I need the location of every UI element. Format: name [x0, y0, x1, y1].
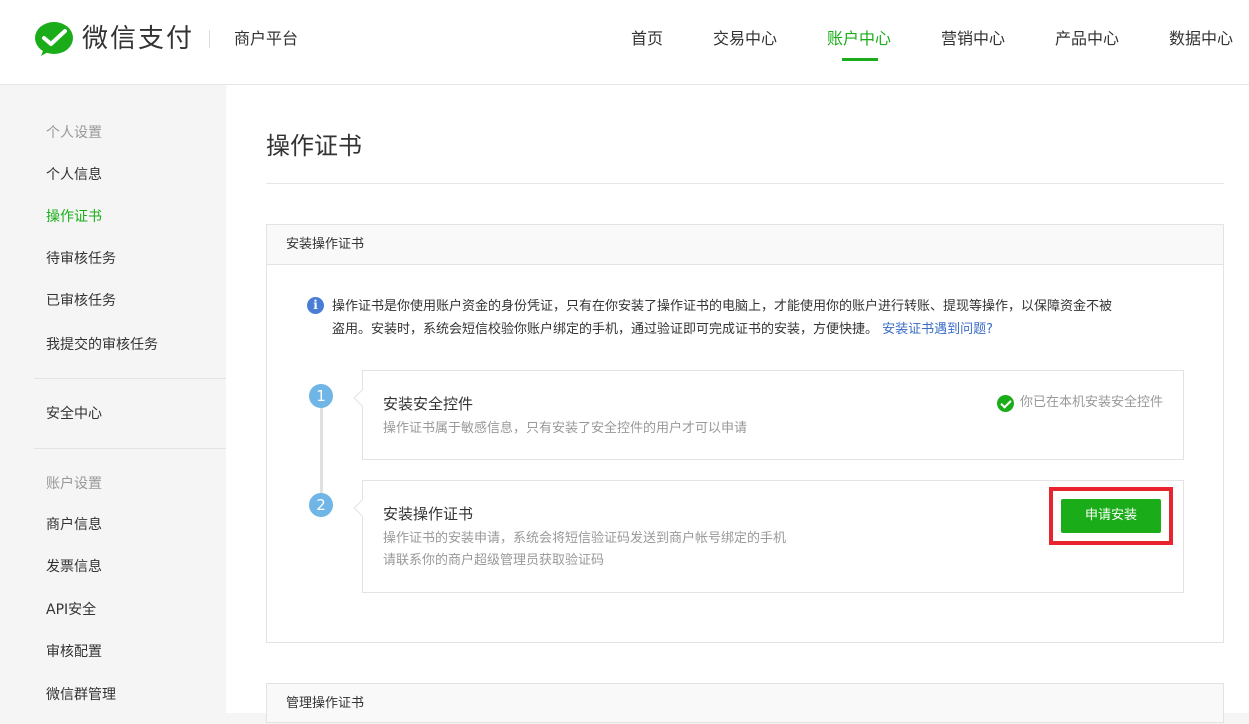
- step-card-2: 安装操作证书 操作证书的安装申请，系统会将短信验证码发送到商户帐号绑定的手机 请…: [353, 480, 1184, 593]
- info-line-1: 操作证书是你使用账户资金的身份凭证，只有在你安装了操作证书的电脑上，才能使用你的…: [332, 299, 1113, 314]
- sidebar-item-invoice-info[interactable]: 发票信息: [46, 557, 102, 577]
- nav-data[interactable]: 数据中心: [1169, 28, 1233, 50]
- sidebar-item-security-center[interactable]: 安全中心: [46, 404, 102, 424]
- sidebar-item-merchant-info[interactable]: 商户信息: [46, 515, 102, 535]
- step-number-2: 2: [309, 493, 333, 517]
- check-circle-icon: [996, 394, 1014, 412]
- nav-products[interactable]: 产品中心: [1055, 28, 1119, 50]
- sidebar-group-personal: 个人设置: [46, 125, 102, 141]
- apply-install-button[interactable]: 申请安装: [1061, 499, 1161, 533]
- header-divider: [209, 30, 210, 48]
- nav-active-indicator: [842, 58, 878, 61]
- step-desc-2b: 请联系你的商户超级管理员获取验证码: [383, 553, 605, 568]
- sidebar-divider: [34, 448, 226, 449]
- sidebar-item-my-submitted[interactable]: 我提交的审核任务: [46, 335, 158, 355]
- install-status: 你已在本机安装安全控件: [996, 393, 1163, 413]
- panel-title: 安装操作证书: [267, 225, 1223, 265]
- top-header: 微信支付 商户平台 首页 交易中心 账户中心 营销中心 产品中心 数据中心: [0, 0, 1249, 85]
- sidebar-item-personal-info[interactable]: 个人信息: [46, 165, 102, 185]
- step-number-1: 1: [309, 384, 333, 408]
- sidebar-item-reviewed[interactable]: 已审核任务: [46, 291, 116, 311]
- sidebar-item-review-config[interactable]: 审核配置: [46, 642, 102, 662]
- info-line-2: 盗用。安装时，系统会短信校验你账户绑定的手机，通过验证即可完成证书的安装，方便快…: [332, 322, 879, 337]
- step-connector: [320, 395, 323, 500]
- install-cert-panel: 安装操作证书 i 操作证书是你使用账户资金的身份凭证，只有在你安装了操作证书的电…: [266, 224, 1224, 643]
- wechat-pay-logo[interactable]: 微信支付: [34, 21, 194, 57]
- step-card-pointer: [353, 499, 371, 517]
- step-desc-1: 操作证书属于敏感信息，只有安装了安全控件的用户才可以申请: [383, 421, 748, 436]
- install-status-text: 你已在本机安装安全控件: [1019, 395, 1163, 410]
- brand-name: 微信支付: [82, 24, 195, 54]
- step-card-1: 安装安全控件 操作证书属于敏感信息，只有安装了安全控件的用户才可以申请 你已在本…: [353, 370, 1184, 460]
- info-icon: i: [307, 297, 324, 314]
- step-desc-2a: 操作证书的安装申请，系统会将短信验证码发送到商户帐号绑定的手机: [383, 531, 787, 546]
- apply-button-highlight: 申请安装: [1049, 487, 1173, 545]
- sidebar-divider: [34, 378, 226, 379]
- step-title-1: 安装安全控件: [383, 395, 474, 413]
- sidebar-item-pending-review[interactable]: 待审核任务: [46, 249, 116, 269]
- manage-panel-title: 管理操作证书: [286, 696, 365, 711]
- step-card-pointer: [353, 389, 371, 407]
- nav-home[interactable]: 首页: [631, 28, 663, 50]
- sidebar-group-account: 账户设置: [46, 476, 102, 492]
- manage-cert-panel: 管理操作证书: [266, 683, 1224, 723]
- sidebar-item-operation-cert[interactable]: 操作证书: [46, 207, 102, 227]
- main-content: 操作证书 安装操作证书 i 操作证书是你使用账户资金的身份凭证，只有在你安装了操…: [226, 85, 1249, 723]
- help-link[interactable]: 安装证书遇到问题?: [882, 322, 993, 337]
- platform-label: 商户平台: [234, 29, 299, 48]
- sidebar-item-wechat-groups[interactable]: 微信群管理: [46, 685, 116, 705]
- nav-account[interactable]: 账户中心: [827, 28, 891, 50]
- sidebar: 个人设置 个人信息 操作证书 待审核任务 已审核任务 我提交的审核任务 安全中心…: [0, 85, 226, 713]
- page-title: 操作证书: [266, 132, 362, 160]
- info-text: 操作证书是你使用账户资金的身份凭证，只有在你安装了操作证书的电脑上，才能使用你的…: [332, 295, 1192, 341]
- nav-marketing[interactable]: 营销中心: [941, 28, 1005, 50]
- wechat-pay-logo-icon: [35, 22, 73, 56]
- nav-transactions[interactable]: 交易中心: [713, 28, 777, 50]
- title-divider: [266, 183, 1224, 184]
- step-title-2: 安装操作证书: [383, 505, 474, 523]
- sidebar-item-api-security[interactable]: API安全: [46, 600, 96, 620]
